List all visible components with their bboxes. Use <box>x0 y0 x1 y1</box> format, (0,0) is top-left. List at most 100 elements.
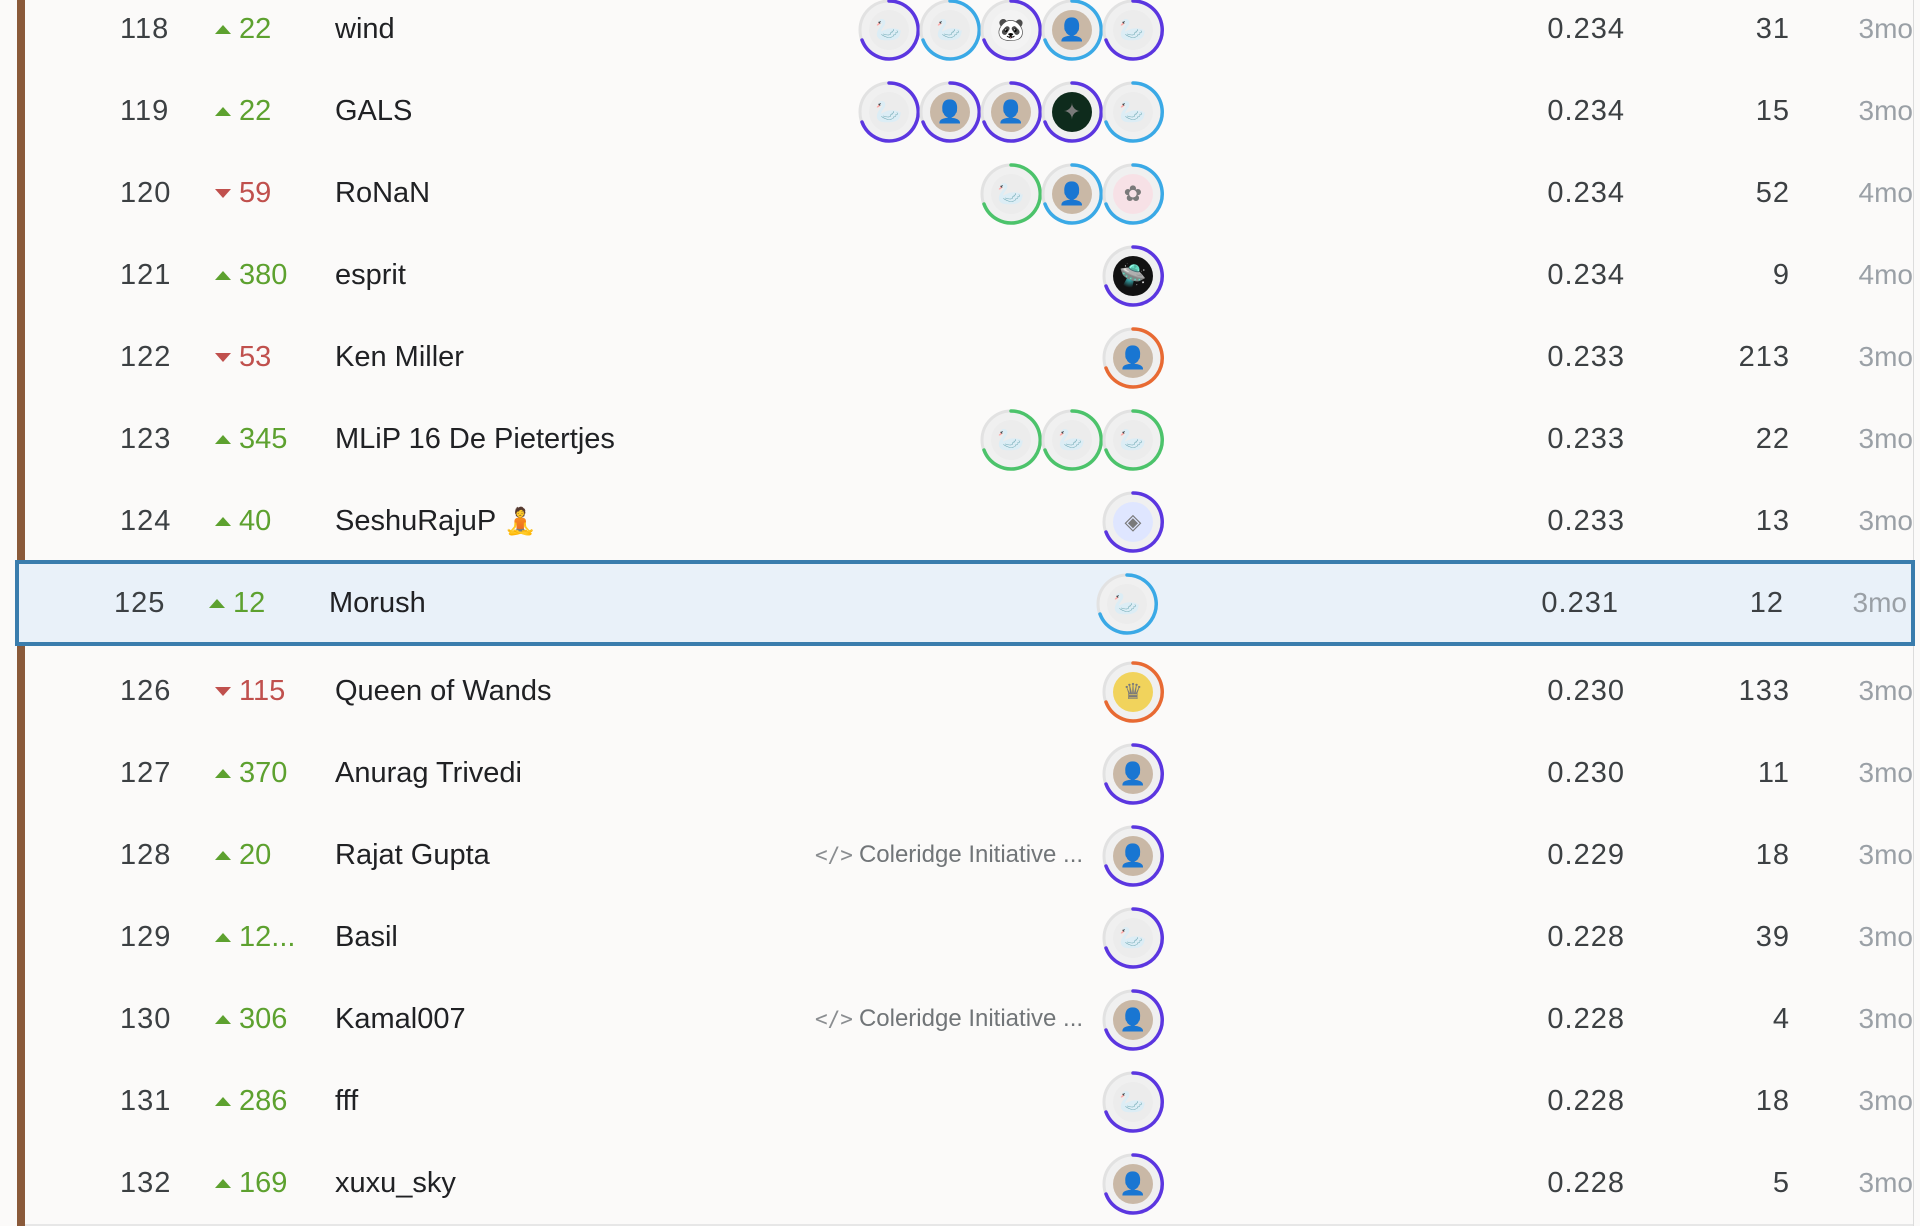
entries-count: 4 <box>1772 1002 1790 1035</box>
goose-icon: 🦢 <box>1113 918 1153 958</box>
member-avatar[interactable]: 👤 <box>1102 989 1164 1051</box>
person-avatar-icon: 👤 <box>1052 174 1092 214</box>
member-avatar[interactable]: 👤 <box>1102 825 1164 887</box>
team-members: 👤 <box>25 978 1413 1060</box>
leaderboard-row[interactable]: 123 345 MLiP 16 De Pietertjes 🦢 🦢 🦢 0.233 22 3mo <box>25 398 1913 482</box>
entries-count: 12 <box>1749 586 1784 619</box>
person-avatar-icon: 👤 <box>1052 10 1092 50</box>
member-avatar[interactable]: 🦢 <box>980 409 1042 471</box>
aurora-avatar-icon: ✦ <box>1052 92 1092 132</box>
leaderboard-row[interactable]: 129 12... Basil 🦢 0.228 39 3mo <box>25 896 1913 980</box>
member-avatar[interactable]: 🦢 <box>919 0 981 61</box>
entries-count: 11 <box>1757 756 1790 789</box>
person-avatar-icon: 👤 <box>1113 754 1153 794</box>
ufo-avatar-icon: 🛸 <box>1113 256 1153 296</box>
member-avatar[interactable]: 🦢 <box>1102 81 1164 143</box>
last-submission: 3mo <box>1858 1167 1913 1198</box>
leaderboard-row[interactable]: 124 40 SeshuRajuP 🧘 ◈ 0.233 13 3mo <box>25 480 1913 564</box>
member-avatar[interactable]: 🦢 <box>1102 907 1164 969</box>
goose-icon: 🦢 <box>1113 10 1153 50</box>
member-avatar[interactable]: 🦢 <box>1102 409 1164 471</box>
team-members: 🦢 <box>25 896 1413 978</box>
leaderboard-row[interactable]: 128 20 Rajat Gupta </> Coleridge Initiative … <box>25 814 1913 898</box>
last-submission: 4mo <box>1858 259 1913 290</box>
entries-count: 133 <box>1738 674 1790 707</box>
member-avatar[interactable]: 👤 <box>1102 743 1164 805</box>
person-avatar-icon: 👤 <box>1113 338 1153 378</box>
team-members: 🦢 🦢 🐼 👤 🦢 <box>25 0 1413 70</box>
tarot-avatar-icon: ♛ <box>1113 672 1153 712</box>
leaderboard-row[interactable]: 126 115 Queen of Wands ♛ 0.230 133 3mo <box>25 650 1913 734</box>
member-avatar[interactable]: ✿ <box>1102 163 1164 225</box>
leaderboard-row[interactable]: 118 22 wind 🦢 🦢 🐼 👤 🦢 0.234 31 3mo <box>25 0 1913 72</box>
entries-count: 5 <box>1772 1166 1790 1199</box>
score: 0.228 <box>1547 1002 1625 1035</box>
member-avatar[interactable]: ♛ <box>1102 661 1164 723</box>
team-members: 🦢 <box>25 1060 1413 1142</box>
member-avatar[interactable]: 👤 <box>1041 163 1103 225</box>
person-avatar-icon: 👤 <box>930 92 970 132</box>
score: 0.233 <box>1547 340 1625 373</box>
team-members: 🦢 <box>19 564 1407 646</box>
member-avatar[interactable]: 🦢 <box>1102 0 1164 61</box>
leaderboard-row[interactable]: 120 59 RoNaN 🦢 👤 ✿ 0.234 52 4mo <box>25 152 1913 236</box>
score: 0.230 <box>1547 674 1625 707</box>
member-avatar[interactable]: 🦢 <box>858 81 920 143</box>
member-avatar[interactable]: 👤 <box>1102 1153 1164 1215</box>
member-avatar[interactable]: 👤 <box>1102 327 1164 389</box>
member-avatar[interactable]: 👤 <box>1041 0 1103 61</box>
member-avatar[interactable]: 🦢 <box>1041 409 1103 471</box>
member-avatar[interactable]: 🐼 <box>980 0 1042 61</box>
goose-icon: 🦢 <box>1052 420 1092 460</box>
leaderboard-row[interactable]: 122 53 Ken Miller 👤 0.233 213 3mo <box>25 316 1913 400</box>
drawing-avatar-icon: ✿ <box>1113 174 1153 214</box>
entries-count: 18 <box>1755 838 1790 871</box>
team-members: 👤 <box>25 814 1413 896</box>
leaderboard-row[interactable]: 121 380 esprit 🛸 0.234 9 4mo <box>25 234 1913 318</box>
entries-count: 13 <box>1755 504 1790 537</box>
leaderboard-row[interactable]: 131 286 fff 🦢 0.228 18 3mo <box>25 1060 1913 1144</box>
last-submission: 3mo <box>1858 13 1913 44</box>
last-submission: 4mo <box>1858 177 1913 208</box>
leaderboard-row[interactable]: 132 169 xuxu_sky 👤 0.228 5 3mo <box>25 1142 1913 1226</box>
team-members: 🦢 👤 ✿ <box>25 152 1413 234</box>
team-members: ◈ <box>25 480 1413 562</box>
entries-count: 31 <box>1755 12 1790 45</box>
entries-count: 213 <box>1738 340 1790 373</box>
last-submission: 3mo <box>1858 1085 1913 1116</box>
team-members: 👤 <box>25 316 1413 398</box>
entries-count: 9 <box>1772 258 1790 291</box>
member-avatar[interactable]: 👤 <box>980 81 1042 143</box>
team-members: 👤 <box>25 732 1413 814</box>
score: 0.229 <box>1547 838 1625 871</box>
person-avatar-icon: 👤 <box>1113 1000 1153 1040</box>
member-avatar[interactable]: ◈ <box>1102 491 1164 553</box>
member-avatar[interactable]: 🦢 <box>980 163 1042 225</box>
member-avatar[interactable]: ✦ <box>1041 81 1103 143</box>
team-members: 👤 <box>25 1142 1413 1224</box>
leaderboard-row[interactable]: 130 306 Kamal007 </> Coleridge Initiative ..… <box>25 978 1913 1062</box>
score: 0.230 <box>1547 756 1625 789</box>
score: 0.234 <box>1547 94 1625 127</box>
person-avatar-icon: 👤 <box>991 92 1031 132</box>
goose-icon: 🦢 <box>1107 584 1147 624</box>
score: 0.228 <box>1547 1084 1625 1117</box>
last-submission: 3mo <box>1858 757 1913 788</box>
leaderboard-row[interactable]: 119 22 GALS 🦢 👤 👤 ✦ 🦢 0.234 15 3mo <box>25 70 1913 154</box>
member-avatar[interactable]: 🦢 <box>1102 1071 1164 1133</box>
leaderboard-row-current-user[interactable]: 125 12 Morush 🦢 0.231 12 3mo <box>15 560 1915 646</box>
score: 0.228 <box>1547 1166 1625 1199</box>
team-members: 🦢 👤 👤 ✦ 🦢 <box>25 70 1413 152</box>
goose-icon: 🦢 <box>1113 92 1153 132</box>
member-avatar[interactable]: 🛸 <box>1102 245 1164 307</box>
team-members: 🛸 <box>25 234 1413 316</box>
team-members: ♛ <box>25 650 1413 732</box>
score: 0.228 <box>1547 920 1625 953</box>
member-avatar[interactable]: 🦢 <box>858 0 920 61</box>
member-avatar[interactable]: 👤 <box>919 81 981 143</box>
last-submission: 3mo <box>1858 341 1913 372</box>
leaderboard-row[interactable]: 127 370 Anurag Trivedi 👤 0.230 11 3mo <box>25 732 1913 816</box>
last-submission: 3mo <box>1858 675 1913 706</box>
goose-icon: 🦢 <box>869 92 909 132</box>
member-avatar[interactable]: 🦢 <box>1096 573 1158 635</box>
